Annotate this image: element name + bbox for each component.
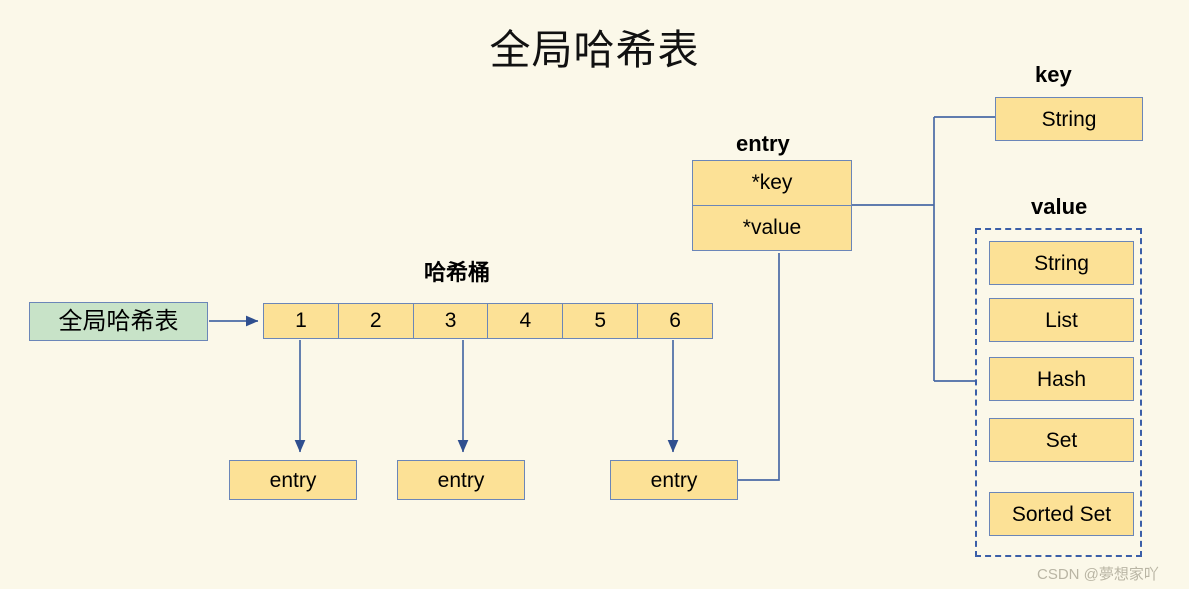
entry-struct: *key *value [692, 160, 852, 252]
bucket-cell-2[interactable]: 2 [339, 304, 414, 338]
global-hash-table-node[interactable]: 全局哈希表 [29, 302, 208, 341]
key-type-string[interactable]: String [995, 97, 1143, 141]
value-group-title: value [1031, 194, 1088, 219]
connector-entry-to-struct [737, 253, 780, 481]
hash-bucket-array: 1 2 3 4 5 6 [263, 303, 713, 339]
value-type-string[interactable]: String [989, 241, 1134, 285]
hash-bucket-title: 哈希桶 [424, 260, 491, 285]
bucket-cell-5[interactable]: 5 [563, 304, 639, 338]
value-type-list[interactable]: List [989, 298, 1134, 342]
entry-value-field[interactable]: *value [692, 205, 852, 251]
bucket-cell-3[interactable]: 3 [414, 304, 489, 338]
entry-node[interactable]: entry [229, 460, 357, 500]
entry-node[interactable]: entry [397, 460, 525, 500]
bucket-cell-6[interactable]: 6 [638, 304, 712, 338]
bucket-cell-4[interactable]: 4 [488, 304, 564, 338]
value-type-sorted-set[interactable]: Sorted Set [989, 492, 1134, 536]
value-type-set[interactable]: Set [989, 418, 1134, 462]
entry-node[interactable]: entry [610, 460, 738, 500]
entry-struct-title: entry [736, 131, 790, 156]
page-title: 全局哈希表 [489, 27, 700, 73]
bucket-cell-1[interactable]: 1 [264, 304, 339, 338]
entry-key-field[interactable]: *key [692, 160, 852, 206]
key-group-title: key [1035, 62, 1072, 87]
diagram-canvas: 全局哈希表 全局哈希表 哈希桶 1 2 3 4 5 6 entry entry … [0, 0, 1189, 589]
value-type-hash[interactable]: Hash [989, 357, 1134, 401]
watermark: CSDN @夢想家吖 [1037, 566, 1159, 583]
